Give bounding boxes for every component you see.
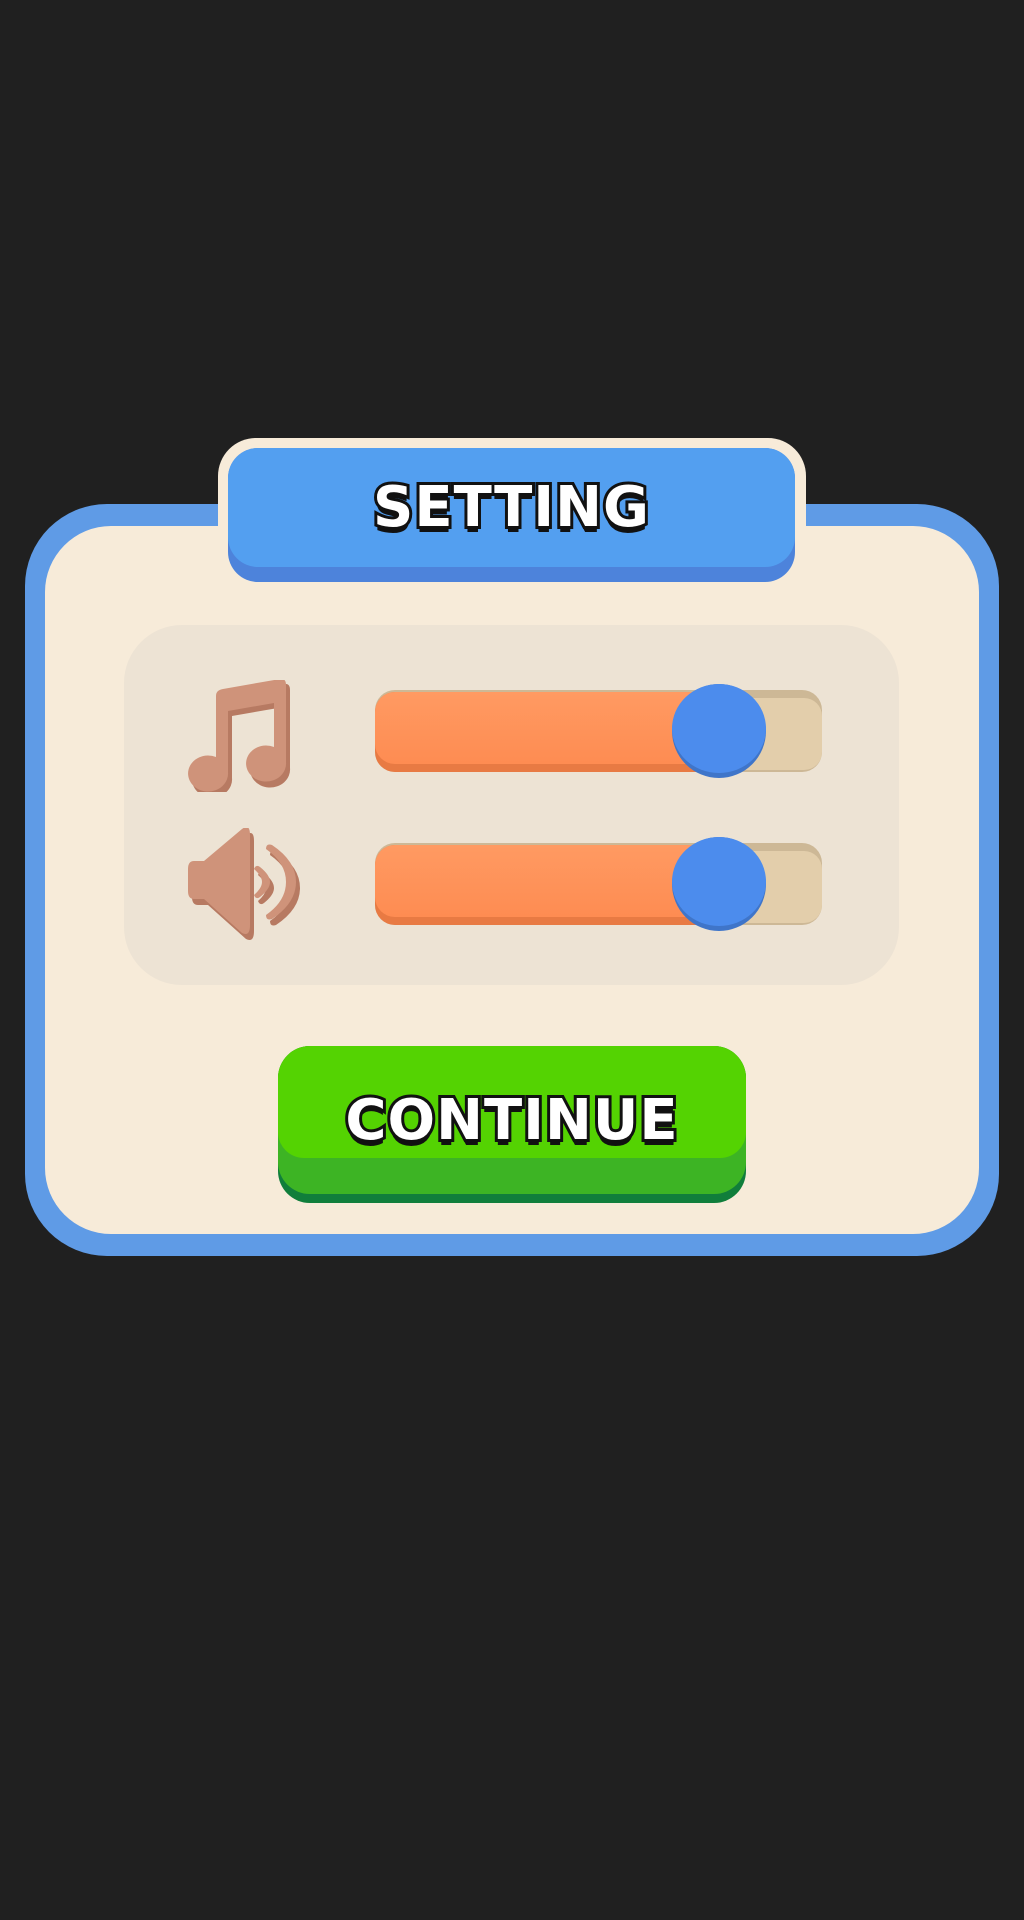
game-screen: SETTING CONTINUE xyxy=(0,0,1024,1920)
music-volume-slider[interactable] xyxy=(375,684,822,778)
slider-knob[interactable] xyxy=(672,684,766,773)
continue-button-label: CONTINUE xyxy=(342,1085,680,1156)
speaker-icon xyxy=(188,828,300,940)
continue-button[interactable]: CONTINUE xyxy=(278,1046,746,1203)
music-note-icon xyxy=(188,680,291,792)
page-title: SETTING xyxy=(370,472,652,543)
slider-knob[interactable] xyxy=(672,837,766,926)
sound-volume-slider[interactable] xyxy=(375,837,822,931)
